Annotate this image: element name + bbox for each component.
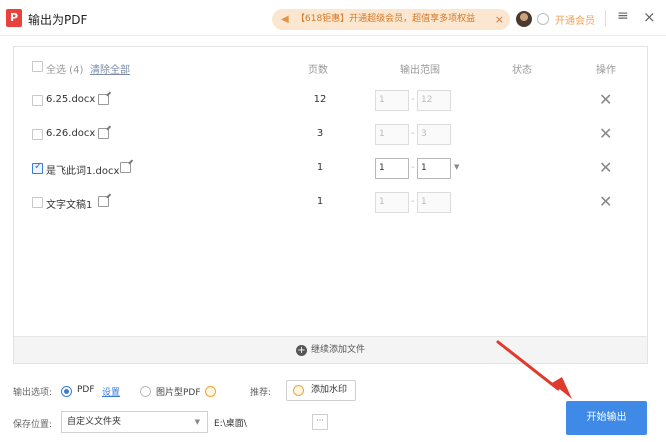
- table-header: 全选 (4) 清除全部 页数 输出范围 状态 操作: [14, 47, 647, 87]
- remove-file-icon[interactable]: ✕: [599, 158, 612, 177]
- page-count: 1: [316, 196, 324, 207]
- start-export-button[interactable]: 开始输出: [566, 401, 647, 435]
- row-checkbox[interactable]: [32, 95, 43, 106]
- file-name: 6.26.docx: [46, 128, 96, 139]
- column-range: 输出范围: [400, 65, 440, 76]
- add-watermark-label: 添加水印: [311, 385, 348, 395]
- column-pages: 页数: [308, 65, 328, 76]
- chevron-down-icon: ▼: [194, 418, 200, 426]
- promo-banner[interactable]: ◀ 【618钜惠】开通超级会员，超值享多项权益 ×: [272, 9, 510, 30]
- range-from-input[interactable]: 1: [375, 192, 409, 213]
- plus-circle-icon: +: [295, 345, 307, 356]
- output-options-label: 输出选项:: [13, 388, 53, 398]
- pdf-radio[interactable]: [61, 386, 72, 397]
- add-watermark-button[interactable]: 添加水印: [286, 380, 356, 401]
- clear-all-link[interactable]: 清除全部: [90, 61, 130, 76]
- add-more-files-label: 继续添加文件: [310, 345, 365, 355]
- save-location-select[interactable]: 自定义文件夹 ▼: [61, 411, 208, 433]
- range-separator: -: [411, 162, 415, 173]
- rename-icon[interactable]: [98, 94, 109, 105]
- open-vip-link[interactable]: 开通会员: [555, 12, 595, 27]
- page-count: 3: [316, 128, 324, 139]
- table-row[interactable]: 是飞此词1.docx 1 1 - 1 ▼ ✕: [14, 152, 647, 186]
- rename-icon[interactable]: [98, 196, 109, 207]
- range-to-input[interactable]: 12: [417, 90, 451, 111]
- select-all-checkbox[interactable]: [32, 61, 43, 72]
- file-name: 6.25.docx: [46, 94, 96, 105]
- range-from-input[interactable]: 1: [375, 90, 409, 111]
- file-name: 文字文稿1: [46, 200, 93, 211]
- range-separator: -: [411, 196, 415, 207]
- divider: [605, 10, 606, 26]
- range-separator: -: [411, 128, 415, 139]
- promo-close-icon[interactable]: ×: [495, 9, 504, 30]
- row-checkbox[interactable]: [32, 129, 43, 140]
- rename-icon[interactable]: [98, 128, 109, 139]
- range-to-input[interactable]: 3: [417, 124, 451, 145]
- file-list-panel: 全选 (4) 清除全部 页数 输出范围 状态 操作 6.25.docx 12 1…: [13, 46, 648, 364]
- range-from-input[interactable]: 1: [375, 158, 409, 179]
- pdf-settings-link[interactable]: 设置: [102, 385, 120, 398]
- speaker-icon: ◀: [281, 14, 289, 25]
- save-location-value: 自定义文件夹: [67, 417, 122, 427]
- save-path: E:\桌面\: [214, 419, 247, 429]
- range-from-input[interactable]: 1: [375, 124, 409, 145]
- title-bar: P 输出为PDF ◀ 【618钜惠】开通超级会员，超值享多项权益 × 开通会员 …: [0, 0, 666, 36]
- page-count: 12: [313, 94, 327, 105]
- arrow-head: [552, 377, 572, 399]
- menu-icon[interactable]: ≡: [617, 8, 629, 24]
- pdf-option-label: PDF: [77, 385, 95, 395]
- window-title: 输出为PDF: [28, 13, 88, 27]
- vip-coin-icon: [205, 386, 216, 397]
- close-icon[interactable]: ×: [643, 8, 656, 26]
- page-count: 1: [316, 162, 324, 173]
- column-action: 操作: [596, 65, 616, 76]
- recommend-label: 推荐:: [250, 388, 272, 398]
- row-checkbox[interactable]: [32, 161, 43, 174]
- range-to-input[interactable]: 1: [417, 192, 451, 213]
- avatar[interactable]: [516, 11, 532, 27]
- add-more-files-button[interactable]: + 继续添加文件: [14, 336, 647, 363]
- row-checkbox[interactable]: [32, 197, 43, 208]
- remove-file-icon[interactable]: ✕: [599, 124, 612, 143]
- rename-icon[interactable]: [120, 162, 131, 173]
- table-row[interactable]: 6.26.docx 3 1 - 3 ✕: [14, 118, 647, 152]
- range-dropdown-icon[interactable]: ▼: [454, 163, 459, 171]
- range-to-input[interactable]: 1: [417, 158, 451, 179]
- image-pdf-option-label: 图片型PDF: [156, 388, 201, 398]
- browse-button[interactable]: ···: [312, 414, 328, 430]
- vip-coin-icon: [293, 385, 304, 396]
- select-all-label: 全选 (4): [46, 65, 84, 76]
- vip-badge-icon: [537, 13, 549, 25]
- promo-text: 【618钜惠】开通超级会员，超值享多项权益: [296, 14, 476, 24]
- column-status: 状态: [512, 65, 532, 76]
- table-row[interactable]: 文字文稿1 1 1 - 1 ✕: [14, 186, 647, 220]
- pdf-app-icon: P: [6, 9, 22, 27]
- remove-file-icon[interactable]: ✕: [599, 192, 612, 211]
- table-row[interactable]: 6.25.docx 12 1 - 12 ✕: [14, 84, 647, 118]
- save-location-label: 保存位置:: [13, 420, 53, 430]
- image-pdf-radio[interactable]: [140, 386, 151, 397]
- range-separator: -: [411, 94, 415, 105]
- remove-file-icon[interactable]: ✕: [599, 90, 612, 109]
- file-name: 是飞此词1.docx: [46, 166, 120, 177]
